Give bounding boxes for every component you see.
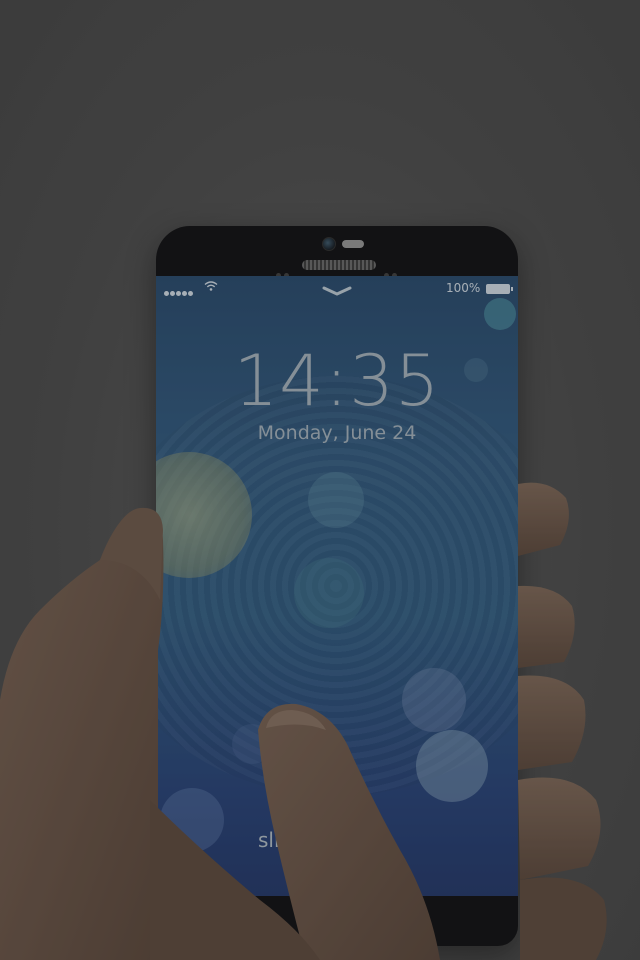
bokeh-light xyxy=(160,788,224,852)
slide-arrow-icon xyxy=(318,872,338,880)
lock-screen[interactable]: 100% 14:35 Monday, June 24 slide xyxy=(156,276,518,896)
chevron-down-icon[interactable] xyxy=(322,286,352,296)
bokeh-light xyxy=(402,668,466,732)
signal-strength-icon xyxy=(164,285,194,299)
wifi-icon xyxy=(204,281,218,291)
camera-icon xyxy=(322,237,336,251)
speaker-dots-right xyxy=(384,263,400,278)
slide-to-unlock-label[interactable]: slide xyxy=(258,828,305,852)
scene: 100% 14:35 Monday, June 24 slide xyxy=(0,0,640,960)
bokeh-light xyxy=(294,558,364,628)
lock-clock: 14:35 xyxy=(233,340,441,422)
speaker-dots-left xyxy=(276,263,292,278)
speaker-icon xyxy=(302,260,376,270)
bokeh-light xyxy=(232,724,272,764)
lock-date: Monday, June 24 xyxy=(257,422,417,444)
status-bar: 100% xyxy=(156,276,518,300)
battery-icon xyxy=(486,284,513,294)
phone: 100% 14:35 Monday, June 24 slide xyxy=(156,226,518,946)
proximity-sensor xyxy=(342,240,364,248)
bokeh-light xyxy=(416,730,488,802)
home-button-icon[interactable] xyxy=(316,900,354,938)
battery-percentage: 100% xyxy=(446,281,481,295)
bokeh-light xyxy=(308,472,364,528)
bokeh-light xyxy=(484,298,516,330)
